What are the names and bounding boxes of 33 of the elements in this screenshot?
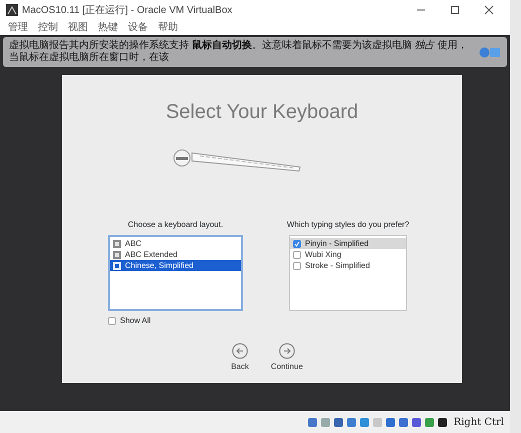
layout-item[interactable]: ABC <box>110 238 241 249</box>
layout-item[interactable]: Chinese, Simplified <box>110 260 241 271</box>
style-label: Wubi Xing <box>305 248 342 260</box>
checkbox-label: Show All <box>120 315 151 327</box>
layout-heading: Choose a keyboard layout. <box>128 219 224 231</box>
menu-item[interactable]: 管理 <box>8 20 28 35</box>
menu-item[interactable]: 设备 <box>128 20 148 35</box>
styles-heading: Which typing styles do you prefer? <box>286 219 410 231</box>
style-item[interactable]: Pinyin - Simplified <box>290 238 406 249</box>
host-key-label: Right Ctrl <box>454 416 504 430</box>
continue-button[interactable]: Continue <box>270 343 303 373</box>
app-icon <box>6 4 18 16</box>
menu-item[interactable]: 热键 <box>98 20 118 35</box>
menu-item[interactable]: 控制 <box>38 20 58 35</box>
menu-item[interactable]: 帮助 <box>158 20 178 35</box>
layout-item[interactable]: ABC Extended <box>110 249 241 260</box>
menu-item[interactable]: 视图 <box>68 20 88 35</box>
close-icon <box>484 5 494 15</box>
maximize-button[interactable] <box>450 5 460 15</box>
notification-text: 虚拟电脑报告其内所安装的操作系统支持 鼠标自动切换。这意味着鼠标不需要为该虚拟电脑 独占 使用，当鼠标在虚拟电脑所在窗口时，在该 <box>9 40 468 64</box>
checkbox[interactable] <box>293 240 301 248</box>
show-all-checkbox[interactable] <box>108 317 116 325</box>
style-label: Stroke - Simplified <box>305 260 370 272</box>
back-button[interactable]: Back <box>231 343 249 373</box>
setup-title: Select Your Keyboard <box>166 100 358 125</box>
style-item[interactable]: Wubi Xing <box>290 249 406 260</box>
checkbox[interactable] <box>293 262 301 270</box>
style-label: Pinyin - Simplified <box>305 238 369 250</box>
maximize-icon <box>450 5 460 15</box>
checkbox[interactable] <box>293 250 301 258</box>
close-button[interactable] <box>484 5 494 15</box>
style-item[interactable]: Stroke - Simplified <box>290 260 406 271</box>
window-title: MacOS10.11 [正在运行] - Oracle VM VirtualBox <box>22 4 234 18</box>
